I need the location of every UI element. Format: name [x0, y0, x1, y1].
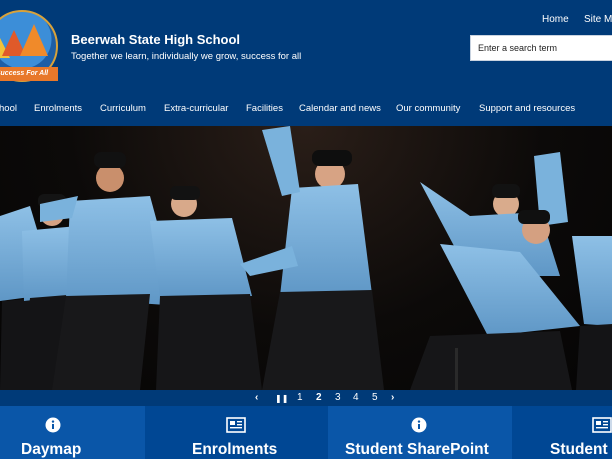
- nav-item-support-resources[interactable]: Support and resources: [479, 103, 575, 114]
- carousel-controls: ‹ ❚❚ 1 2 3 4 5 ›: [0, 390, 612, 406]
- newspaper-icon: [226, 417, 246, 433]
- newspaper-icon: [592, 417, 612, 433]
- info-icon: [411, 417, 427, 433]
- hero-image[interactable]: [0, 126, 612, 390]
- site-header: Success For All Beerwah State High Schoo…: [0, 0, 612, 92]
- nav-item-curriculum[interactable]: Curriculum: [100, 103, 146, 114]
- tile-label: Student: [550, 441, 608, 458]
- carousel-prev-button[interactable]: ‹: [255, 392, 258, 403]
- carousel-page-3[interactable]: 3: [335, 392, 341, 403]
- carousel-page-5[interactable]: 5: [372, 392, 378, 403]
- tile-daymap[interactable]: Daymap: [0, 406, 145, 459]
- home-link[interactable]: Home: [542, 14, 569, 25]
- search-input[interactable]: [471, 36, 612, 60]
- nav-item-facilities[interactable]: Facilities: [246, 103, 283, 114]
- info-icon: [45, 417, 61, 433]
- carousel-next-button[interactable]: ›: [391, 392, 394, 403]
- carousel-page-2[interactable]: 2: [316, 392, 322, 403]
- school-name[interactable]: Beerwah State High School: [71, 32, 240, 47]
- tile-student[interactable]: Student: [512, 406, 612, 459]
- nav-item-enrolments[interactable]: Enrolments: [34, 103, 82, 114]
- nav-item-calendar-news[interactable]: Calendar and news: [299, 103, 381, 114]
- nav-item-our-community[interactable]: Our community: [396, 103, 460, 114]
- logo-banner: Success For All: [0, 67, 58, 81]
- carousel-page-4[interactable]: 4: [353, 392, 359, 403]
- tile-label: Enrolments: [192, 441, 278, 458]
- tile-label: Student SharePoint: [345, 441, 489, 458]
- tile-enrolments[interactable]: Enrolments: [145, 406, 328, 459]
- site-map-link[interactable]: Site Ma: [584, 14, 612, 25]
- main-nav: hool Enrolments Curriculum Extra-curricu…: [0, 92, 612, 126]
- dancers-photo: [0, 126, 612, 390]
- carousel-page-1[interactable]: 1: [297, 392, 303, 403]
- carousel-pause-button[interactable]: ❚❚: [275, 394, 288, 403]
- tile-label: Daymap: [21, 441, 82, 458]
- search-box: [470, 35, 612, 61]
- nav-item-extra-curricular[interactable]: Extra-curricular: [164, 103, 228, 114]
- school-tagline: Together we learn, individually we grow,…: [71, 51, 302, 62]
- quick-links: Daymap Enrolments Student SharePoint Stu…: [0, 406, 612, 459]
- nav-item-school[interactable]: hool: [0, 103, 17, 114]
- tile-student-sharepoint[interactable]: Student SharePoint: [328, 406, 512, 459]
